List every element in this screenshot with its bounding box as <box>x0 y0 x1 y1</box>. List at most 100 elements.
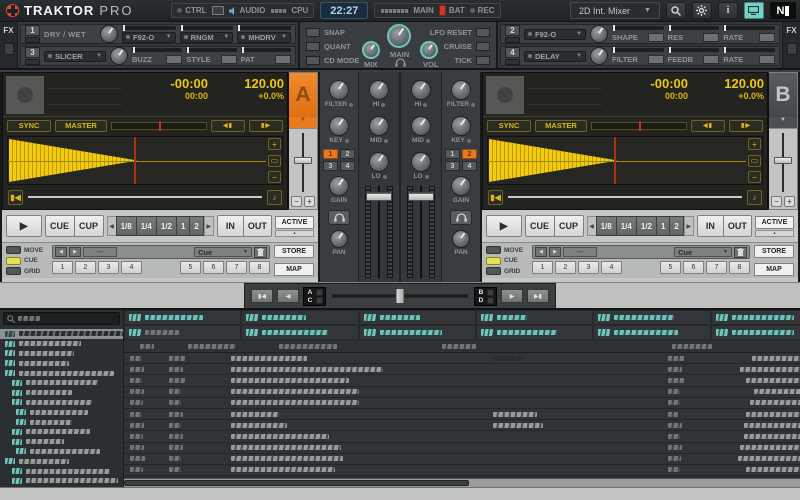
deck-b-jump-1-4[interactable]: 1/4 <box>616 216 637 236</box>
channel-a-headphone-cue-button[interactable] <box>328 210 350 225</box>
channel-a-fx3-assign[interactable]: 3 <box>323 161 338 171</box>
deck-a-master-button[interactable]: MASTER <box>55 120 107 132</box>
deck-a-loop-out-button[interactable]: OUT <box>243 215 272 237</box>
preferences-button[interactable] <box>692 2 712 19</box>
tree-item-selected[interactable] <box>0 329 123 339</box>
deck-b-panel-collapse-button[interactable]: ▲ <box>755 230 794 237</box>
fx-2-param-2-button[interactable] <box>703 33 719 42</box>
channel-a-fx2-assign[interactable]: 2 <box>340 149 355 159</box>
headphone-vol-knob[interactable] <box>420 41 438 59</box>
channel-b-mid-knob[interactable] <box>411 116 431 136</box>
favorite-slot[interactable] <box>476 325 593 340</box>
favorite-slot[interactable] <box>241 310 358 325</box>
tree-item[interactable] <box>0 456 123 466</box>
channel-a-filter-knob[interactable] <box>329 80 349 100</box>
deck-a-bpm[interactable]: 120.00 <box>208 76 284 91</box>
channel-b-headphone-cue-button[interactable] <box>450 210 472 225</box>
tree-item[interactable] <box>0 476 123 486</box>
fx-unit-4-select[interactable]: DELAY▼ <box>524 51 586 62</box>
deck-a-cue-type-select[interactable]: Cue▼ <box>194 247 252 257</box>
deck-b-jump-1-2[interactable]: 1/2 <box>636 216 657 236</box>
deck-a-zoom-in-button[interactable]: + <box>268 138 281 150</box>
fx-2-param-3-slider[interactable] <box>723 26 775 30</box>
deck-b-bpm[interactable]: 120.00 <box>688 76 764 91</box>
channel-b-gain-knob[interactable] <box>451 176 471 196</box>
deck-b-seek-fwd-button[interactable]: ▮▶ <box>729 120 763 132</box>
favorite-slot[interactable] <box>593 310 710 325</box>
mix-knob[interactable] <box>362 41 380 59</box>
xfader-move-left-button[interactable]: ◀ <box>277 289 299 303</box>
favorite-slot[interactable] <box>359 310 476 325</box>
deck-b-pitch-down-button[interactable]: − <box>771 196 782 207</box>
fx-4-param-1-slider[interactable] <box>612 48 664 52</box>
deck-a-jump-1-8[interactable]: 1/8 <box>116 216 137 236</box>
deck-a-sync-button[interactable]: SYNC <box>7 120 51 132</box>
fx-slot-3-select[interactable]: MHDRV▼ <box>237 32 291 43</box>
fx-slot-2-slider[interactable] <box>180 26 234 30</box>
deck-b-hotcue-3[interactable]: 3 <box>578 261 599 274</box>
deck-a-map-button[interactable]: MAP <box>274 263 314 276</box>
channel-a-key-knob[interactable] <box>329 116 349 136</box>
deck-b-cue-button[interactable]: CUE <box>525 215 555 237</box>
xfader-snap-right-button[interactable]: ▶▮ <box>527 289 549 303</box>
channel-a-mid-knob[interactable] <box>369 116 389 136</box>
fx-unit-2-on-button[interactable] <box>505 37 520 43</box>
deck-a-pitch-fader[interactable] <box>289 129 317 196</box>
fx-2-param-3-button[interactable] <box>759 33 775 42</box>
deck-a-cue-button[interactable]: CUE <box>45 215 75 237</box>
tree-item[interactable] <box>0 398 123 408</box>
deck-a-hotcue-8[interactable]: 8 <box>249 261 270 274</box>
tree-item[interactable] <box>0 358 123 368</box>
fx-unit-1-drywet-knob[interactable] <box>100 25 118 43</box>
favorite-slot[interactable] <box>124 310 241 325</box>
deck-b-hotcue-4[interactable]: 4 <box>601 261 622 274</box>
deck-a-jump-1-4[interactable]: 1/4 <box>136 216 157 236</box>
deck-a-hotcue-3[interactable]: 3 <box>98 261 119 274</box>
track-row[interactable] <box>124 387 800 398</box>
deck-b-pitch-up-button[interactable]: + <box>784 196 795 207</box>
fx-3-param-3-button[interactable] <box>275 55 291 64</box>
main-volume-knob[interactable] <box>387 24 411 48</box>
deck-a-hotcue-1[interactable]: 1 <box>52 261 73 274</box>
deck-a-tab-chevron-icon[interactable]: ▼ <box>289 117 317 129</box>
deck-b-tab-chevron-icon[interactable]: ▼ <box>769 117 797 129</box>
fx-4-param-3-button[interactable] <box>759 55 775 64</box>
track-row[interactable] <box>124 465 800 476</box>
channel-b-key-knob[interactable] <box>451 116 471 136</box>
horizontal-scrollbar[interactable] <box>124 478 800 487</box>
deck-b-zoom-reset-button[interactable]: ▭ <box>748 155 761 167</box>
deck-b-hotcue-5[interactable]: 5 <box>660 261 681 274</box>
fx-unit-3-select[interactable]: SLICER▼ <box>44 51 106 62</box>
channel-a-fader-handle[interactable] <box>366 192 392 201</box>
deck-a-phase-meter[interactable] <box>111 122 207 130</box>
deck-b-map-button[interactable]: MAP <box>754 263 794 276</box>
deck-a-cue-tab[interactable] <box>6 257 21 265</box>
deck-b-pitch-fader[interactable] <box>769 129 797 196</box>
deck-a-letter-tab[interactable]: A <box>289 73 317 117</box>
tree-item[interactable] <box>0 466 123 476</box>
fx-3-param-2-button[interactable] <box>221 55 237 64</box>
fx-slot-1-slider[interactable] <box>122 26 176 30</box>
deck-b-time-remaining[interactable]: -00:00 <box>612 76 688 91</box>
channel-b-filter-knob[interactable] <box>451 80 471 100</box>
fx-unit-2-number[interactable]: 2 <box>505 25 520 36</box>
favorite-slot[interactable] <box>124 325 241 340</box>
rec-indicator[interactable]: REC <box>470 6 495 15</box>
deck-b-cue-name-display[interactable]: --- <box>563 247 597 257</box>
track-row[interactable] <box>124 420 800 431</box>
fx-3-param-2-slider[interactable] <box>186 48 236 52</box>
deck-b-master-button[interactable]: MASTER <box>535 120 587 132</box>
channel-a-pan-knob[interactable] <box>330 230 348 248</box>
fx-unit-3-drywet-knob[interactable] <box>110 47 128 65</box>
snap-button[interactable] <box>306 28 320 37</box>
cruise-button[interactable] <box>476 42 490 51</box>
track-row[interactable] <box>124 353 800 364</box>
deck-b-stripe-overview[interactable] <box>508 196 742 198</box>
deck-a-cup-button[interactable]: CUP <box>74 215 104 237</box>
deck-b-cup-button[interactable]: CUP <box>554 215 584 237</box>
deck-a-time-remaining[interactable]: -00:00 <box>132 76 208 91</box>
fx-unit-3-on-button[interactable] <box>25 59 40 65</box>
deck-b-play-button[interactable]: ▶ <box>486 215 522 237</box>
channel-a-volume-fader[interactable] <box>359 184 399 282</box>
deck-b-loop-out-button[interactable]: OUT <box>723 215 752 237</box>
